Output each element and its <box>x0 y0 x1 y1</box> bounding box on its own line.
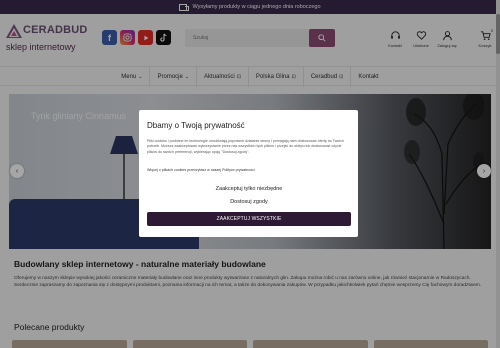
cookie-dialog-title: Dbamy o Twoją prywatność <box>147 121 245 130</box>
accept-all-button[interactable]: ZAAKCEPTUJ WSZYSTKIE <box>147 212 351 226</box>
cookie-consent-dialog: Dbamy o Twoją prywatność Pliki cookies i… <box>139 110 358 237</box>
customize-consent-button[interactable]: Dostosuj zgody <box>147 199 351 205</box>
privacy-policy-link[interactable]: Więcej o plikach cookies przeczytasz w n… <box>147 168 255 172</box>
cookie-dialog-body: Pliki cookies i podobne im technologie u… <box>147 139 344 154</box>
accept-necessary-button[interactable]: Zaakceptuj tylko niezbędne <box>147 186 351 192</box>
